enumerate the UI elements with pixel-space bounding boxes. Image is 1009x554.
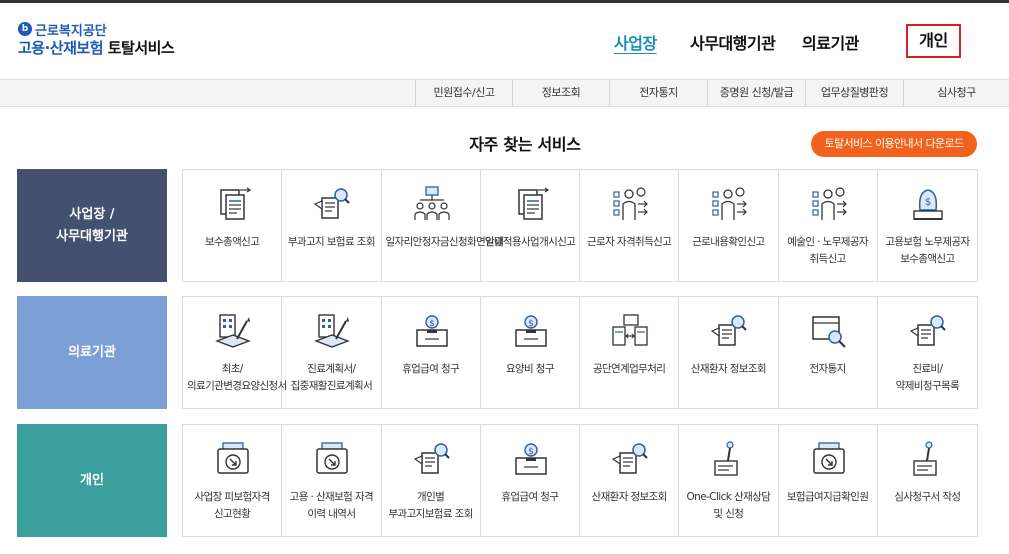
coin-box-icon xyxy=(415,315,448,347)
guide-download-button[interactable]: 토탈서비스 이용안내서 다운로드 xyxy=(811,131,977,157)
service-tile-label: 개인별 부과고지보험료 조회 xyxy=(388,491,473,520)
service-title-part2: 토탈서비스 xyxy=(103,39,175,57)
gnb-medical[interactable]: 의료기관 xyxy=(802,30,859,54)
service-tile[interactable]: 근로자 자격취득신고 xyxy=(580,170,680,281)
service-tile[interactable]: 일괄적용사업개시신고 xyxy=(481,170,580,281)
service-tile[interactable]: 공단연계업무처리 xyxy=(580,297,680,408)
service-tile[interactable]: 최초/의료기관변경요양신청서 xyxy=(183,297,287,408)
service-tile[interactable]: 보험급여지급확인원 xyxy=(779,425,878,536)
submenu-certificate[interactable]: 증명원 신청/발급 xyxy=(707,80,805,106)
service-tile-label: 진료비/약제비청구목록 xyxy=(895,363,960,392)
service-tile[interactable]: 사업장 피보험자격 신고현황 xyxy=(183,425,283,536)
submenu-appeal[interactable]: 심사청구 xyxy=(903,80,1009,106)
service-tile[interactable]: 예술인 · 노무제공자 취득신고 xyxy=(779,170,878,281)
gnb-personal[interactable]: 개인 xyxy=(906,24,961,58)
service-tile-label: 일괄적용사업개시신고 xyxy=(484,236,576,248)
service-tile-label: 일자리안정자금신청화면안내 xyxy=(385,236,504,248)
service-tile-label: 고용보험 노무제공자 보수총액신고 xyxy=(885,236,970,265)
gnb-agency[interactable]: 사무대행기관 xyxy=(690,30,776,54)
service-tile[interactable]: 요양비 청구 xyxy=(481,297,580,408)
coin-box-icon xyxy=(515,315,547,347)
service-tile-label: 부과고지 보험료 조회 xyxy=(287,236,376,248)
submenu-complaint[interactable]: 민원접수/신고 xyxy=(415,80,512,106)
bill-search-icon xyxy=(314,188,351,219)
service-tile-label: 휴업급여 청구 xyxy=(402,363,460,375)
building-pen-icon xyxy=(315,314,351,348)
service-tile-label: 근로내용확인신고 xyxy=(692,236,765,248)
category-personal: 개인 xyxy=(17,424,167,537)
download-box-icon xyxy=(217,442,249,474)
logo[interactable]: b 근로복지공단 고용·산재보험 토탈서비스 xyxy=(18,20,218,60)
service-tile-label: 전자통지 xyxy=(809,363,847,375)
service-tile-label: 공단연계업무처리 xyxy=(592,363,666,375)
service-tile[interactable]: 심사청구서 작성 xyxy=(878,425,977,536)
service-tile-label: 보험급여지급확인원 xyxy=(786,491,869,503)
service-tile-label: 최초/의료기관변경요양신청서 xyxy=(187,363,287,392)
submenu-enotice[interactable]: 전자통지 xyxy=(609,80,707,106)
service-tile[interactable]: 산재환자 정보조회 xyxy=(679,297,779,408)
download-box-icon xyxy=(812,442,845,474)
service-title-part1: 고용·산재보험 xyxy=(18,39,104,57)
service-tile[interactable]: 보수총액신고 xyxy=(183,170,283,281)
service-tile[interactable]: 휴업급여 청구 xyxy=(382,297,481,408)
service-grid-business: 보수총액신고 부과고지 보험료 조회 일자리안정자금신청화면안내 일괄적용사업개시신고… xyxy=(182,169,978,282)
pen-document-icon xyxy=(912,441,937,476)
service-tile[interactable]: 산재환자 정보조회 xyxy=(580,425,680,536)
submenu-disease-judgment[interactable]: 업무상질병판정 xyxy=(805,80,903,106)
service-tile-label: 사업장 피보험자격 신고현황 xyxy=(194,491,271,520)
submenu-inquiry[interactable]: 정보조회 xyxy=(512,80,609,106)
service-tile-label: 휴업급여 청구 xyxy=(501,491,559,503)
money-bag-icon xyxy=(912,189,943,220)
service-tile[interactable]: 부과고지 보험료 조회 xyxy=(282,170,382,281)
gnb-business[interactable]: 사업장 xyxy=(614,30,657,54)
worker-list-icon xyxy=(811,187,847,221)
worker-list-icon xyxy=(613,187,648,221)
service-tile-label: 심사청구서 작성 xyxy=(894,491,961,503)
service-tile-label: 진료계획서/집중재활진료계획서 xyxy=(290,363,373,392)
building-pen-icon xyxy=(216,314,251,348)
bill-search-icon xyxy=(711,315,748,346)
category-business: 사업장 / 사무대행기관 xyxy=(17,169,167,282)
service-tile[interactable]: 고용보험 노무제공자 보수총액신고 xyxy=(878,170,977,281)
service-grid-medical: 최초/의료기관변경요양신청서 진료계획서/집중재활진료계획서 휴업급여 청구 요양비 … xyxy=(182,296,978,409)
bill-search-icon xyxy=(413,443,450,474)
pen-document-icon xyxy=(714,441,739,476)
bill-search-icon xyxy=(909,315,946,346)
service-tile-label: 보수총액신고 xyxy=(204,236,260,248)
service-tile-label: 요양비 청구 xyxy=(505,363,555,375)
document-send-icon xyxy=(220,187,251,220)
service-tile[interactable]: 근로내용확인신고 xyxy=(679,170,779,281)
service-tile[interactable]: 일자리안정자금신청화면안내 xyxy=(382,170,504,281)
logo-mark-icon: b xyxy=(18,22,32,36)
box-search-icon xyxy=(811,316,846,348)
document-exchange-icon xyxy=(612,314,648,346)
service-tile-label: 산재환자 정보조회 xyxy=(591,491,668,503)
org-chart-icon xyxy=(413,186,450,221)
service-tile[interactable]: 진료비/약제비청구목록 xyxy=(878,297,977,408)
service-tile-label: 예술인 · 노무제공자 취득신고 xyxy=(787,236,868,265)
service-tile[interactable]: 휴업급여 청구 xyxy=(481,425,580,536)
service-title: 고용·산재보험 토탈서비스 xyxy=(18,37,175,58)
worker-list-icon xyxy=(712,187,747,221)
service-tile[interactable]: 고용 · 산재보험 자격 이력 내역서 xyxy=(282,425,382,536)
service-tile-label: 산재환자 정보조회 xyxy=(690,363,767,375)
service-tile[interactable]: 개인별 부과고지보험료 조회 xyxy=(382,425,481,536)
coin-box-icon xyxy=(515,443,547,475)
service-tile[interactable]: 진료계획서/집중재활진료계획서 xyxy=(282,297,382,408)
service-tile[interactable]: One-Click 산재상담 및 신청 xyxy=(679,425,779,536)
document-send-icon xyxy=(518,187,549,220)
service-tile-label: 근로자 자격취득신고 xyxy=(586,236,672,248)
service-tile[interactable]: 전자통지 xyxy=(779,297,878,408)
sub-menu-bar: 민원접수/신고 정보조회 전자통지 증명원 신청/발급 업무상질병판정 심사청구 xyxy=(0,79,1009,107)
category-medical: 의료기관 xyxy=(17,296,167,409)
section-title: 자주 찾는 서비스 xyxy=(469,135,581,154)
service-tile-label: 고용 · 산재보험 자격 이력 내역서 xyxy=(289,491,374,520)
download-box-icon xyxy=(316,442,348,474)
service-grid-personal: 사업장 피보험자격 신고현황 고용 · 산재보험 자격 이력 내역서 개인별 부과고… xyxy=(182,424,978,537)
top-border-line xyxy=(0,0,1009,3)
service-tile-label: One-Click 산재상담 및 신청 xyxy=(686,491,771,520)
bill-search-icon xyxy=(612,443,648,474)
